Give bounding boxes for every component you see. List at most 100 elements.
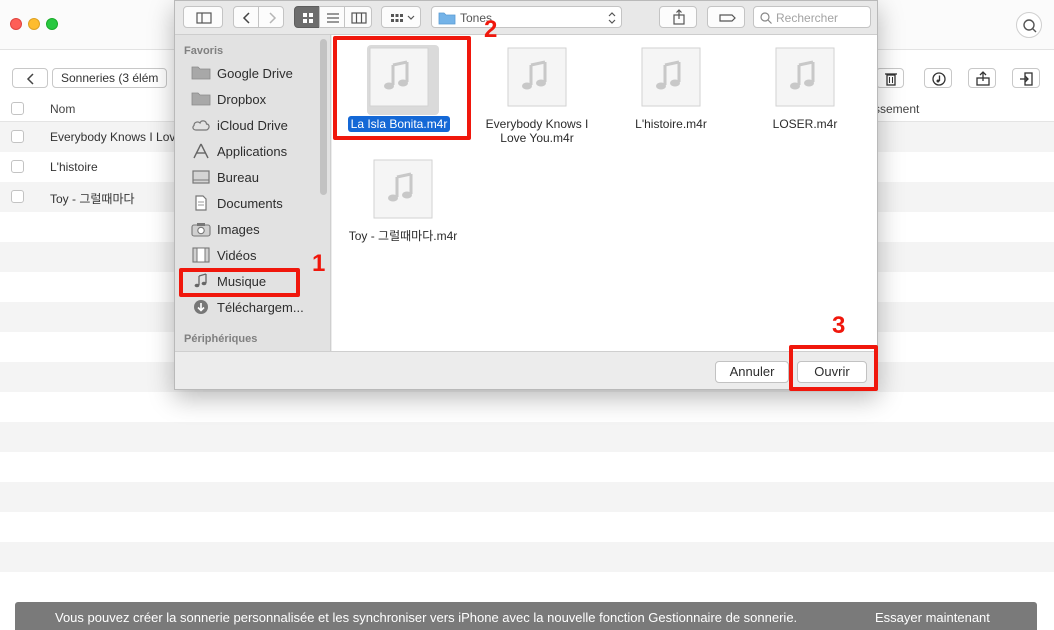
sidebar-item-desktop[interactable]: Bureau	[175, 165, 321, 189]
dialog-toolbar: Tones	[175, 1, 877, 35]
step-3-highlight	[789, 345, 878, 391]
sidebar-item-label: Images	[217, 222, 260, 237]
column-extra[interactable]: ssement	[874, 102, 919, 116]
empty-row	[0, 392, 1054, 422]
empty-row	[0, 452, 1054, 482]
step-2-highlight	[333, 36, 471, 140]
sidebar-item-label: Bureau	[217, 170, 259, 185]
location-popup[interactable]: Tones	[431, 6, 622, 28]
desktop-icon	[192, 170, 210, 184]
music-circle-icon	[932, 72, 946, 86]
forward-button[interactable]	[258, 6, 284, 28]
import-icon	[1020, 72, 1033, 86]
app-search-button[interactable]	[1016, 12, 1042, 38]
search-icon	[1023, 19, 1037, 33]
list-icon	[327, 13, 339, 23]
app-breadcrumb[interactable]: Sonneries (3 élém	[52, 68, 168, 88]
chevron-left-icon	[242, 12, 250, 24]
delete-button[interactable]	[876, 68, 904, 88]
banner-message: Vous pouvez créer la sonnerie personnali…	[55, 610, 798, 625]
step-1-highlight	[179, 268, 300, 297]
sidebar-item-videos[interactable]: Vidéos	[175, 243, 321, 267]
search-field[interactable]	[753, 6, 871, 28]
folder-icon	[438, 12, 456, 25]
row-checkbox[interactable]	[11, 190, 24, 203]
file-name: Everybody Knows I Love You.m4r	[485, 117, 589, 145]
export-icon	[976, 71, 990, 86]
step-1-number: 1	[312, 250, 326, 277]
import-button[interactable]	[1012, 68, 1040, 88]
app-back-button[interactable]	[12, 68, 48, 88]
file-name: LOSER.m4r	[772, 117, 838, 131]
sidebar-item-label: Vidéos	[217, 248, 257, 263]
sidebar-item-downloads[interactable]: Téléchargem...	[175, 295, 321, 319]
camera-icon	[191, 223, 211, 237]
chevron-right-icon	[269, 12, 277, 24]
dialog-footer: Annuler Ouvrir	[175, 351, 877, 389]
empty-row	[0, 572, 1054, 602]
sidebar-item-label: Téléchargem...	[217, 300, 304, 315]
dialog-sidebar: Favoris Google Drive Dropbox iCloud Driv…	[175, 35, 331, 351]
list-view-button[interactable]	[319, 6, 345, 28]
chevron-left-icon	[26, 73, 34, 85]
search-icon	[760, 12, 772, 24]
cloud-icon	[192, 120, 210, 131]
columns-icon	[351, 12, 367, 24]
file-name: Toy - 그럴때마다.m4r	[348, 229, 458, 243]
search-input[interactable]	[776, 10, 866, 25]
sidebar-item-documents[interactable]: Documents	[175, 191, 321, 215]
sidebar-icon	[196, 12, 212, 24]
row-checkbox[interactable]	[11, 160, 24, 173]
close-window-button[interactable]	[10, 18, 22, 30]
tag-icon	[719, 14, 736, 22]
empty-row	[0, 422, 1054, 452]
updown-chevron-icon	[608, 12, 616, 24]
ringtone-maker-button[interactable]	[924, 68, 952, 88]
sidebar-item-applications[interactable]: Applications	[175, 139, 321, 163]
row-checkbox[interactable]	[11, 130, 24, 143]
folder-icon	[191, 92, 211, 106]
column-name[interactable]: Nom	[50, 102, 75, 116]
open-file-dialog: Tones Rechercher Favoris Google Drive Dr…	[174, 0, 878, 390]
sidebar-item-label: Google Drive	[217, 66, 293, 81]
audio-file-icon	[775, 47, 835, 107]
share-button[interactable]	[659, 6, 697, 28]
banner-try-now-link[interactable]: Essayer maintenant	[875, 610, 990, 625]
folder-icon	[191, 66, 211, 80]
column-view-button[interactable]	[344, 6, 372, 28]
sidebar-section-devices: Périphériques	[184, 333, 258, 345]
back-button[interactable]	[233, 6, 259, 28]
export-button[interactable]	[968, 68, 996, 88]
sidebar-item-dropbox[interactable]: Dropbox	[175, 87, 321, 111]
documents-icon	[195, 195, 207, 211]
step-3-number: 3	[832, 312, 846, 339]
sidebar-item-icloud-drive[interactable]: iCloud Drive	[175, 113, 321, 137]
sidebar-item-images[interactable]: Images	[175, 217, 321, 241]
empty-row	[0, 512, 1054, 542]
step-2-number: 2	[484, 16, 498, 43]
zoom-window-button[interactable]	[46, 18, 58, 30]
sidebar-toggle-button[interactable]	[183, 6, 223, 28]
sidebar-item-google-drive[interactable]: Google Drive	[175, 61, 321, 85]
icon-view-button[interactable]	[294, 6, 320, 28]
sidebar-item-label: Dropbox	[217, 92, 267, 107]
share-icon	[673, 9, 685, 25]
applications-icon	[193, 143, 209, 159]
audio-file-icon	[641, 47, 701, 107]
film-icon	[192, 247, 210, 263]
sidebar-section-favorites: Favoris	[184, 45, 224, 57]
sidebar-scrollbar[interactable]	[320, 39, 327, 195]
row-title: Toy - 그럴때마다	[50, 192, 135, 206]
tag-button[interactable]	[707, 6, 745, 28]
minimize-window-button[interactable]	[28, 18, 40, 30]
select-all-checkbox[interactable]	[11, 102, 24, 115]
grid-icon	[303, 13, 313, 23]
download-icon	[194, 300, 208, 314]
arrange-button[interactable]	[381, 6, 421, 28]
cancel-button[interactable]: Annuler	[715, 361, 789, 383]
sidebar-item-label: Documents	[217, 196, 283, 211]
empty-row	[0, 482, 1054, 512]
audio-file-icon	[507, 47, 567, 107]
trash-icon	[885, 73, 897, 86]
file-name: L'histoire.m4r	[635, 117, 707, 131]
